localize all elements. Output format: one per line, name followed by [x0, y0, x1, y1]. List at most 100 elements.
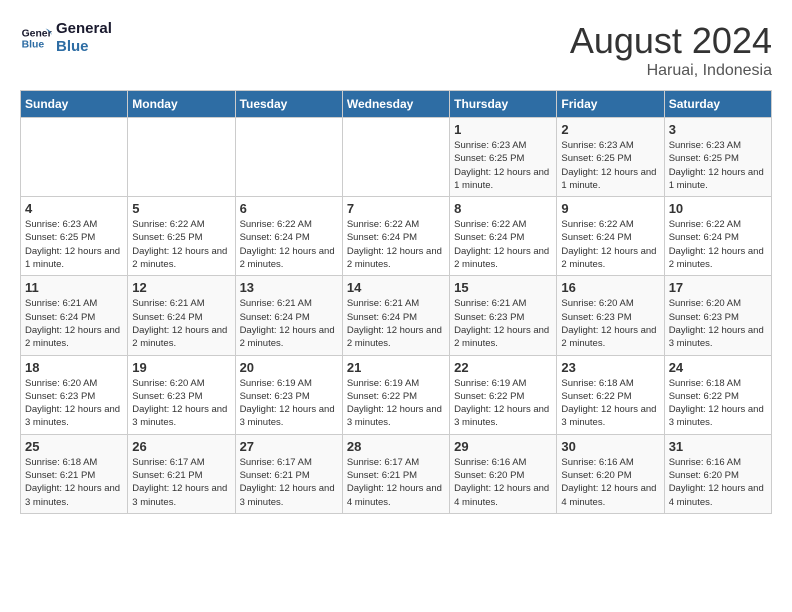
day-info: Sunrise: 6:18 AM Sunset: 6:22 PM Dayligh…: [669, 377, 767, 430]
weekday-header-friday: Friday: [557, 91, 664, 118]
calendar-cell: 25 Sunrise: 6:18 AM Sunset: 6:21 PM Dayli…: [21, 434, 128, 513]
calendar-cell: 30 Sunrise: 6:16 AM Sunset: 6:20 PM Dayli…: [557, 434, 664, 513]
calendar-cell: 20 Sunrise: 6:19 AM Sunset: 6:23 PM Dayli…: [235, 355, 342, 434]
calendar-cell: 17 Sunrise: 6:20 AM Sunset: 6:23 PM Dayli…: [664, 276, 771, 355]
day-info: Sunrise: 6:16 AM Sunset: 6:20 PM Dayligh…: [454, 456, 552, 509]
calendar-table: SundayMondayTuesdayWednesdayThursdayFrid…: [20, 90, 772, 514]
day-number: 20: [240, 360, 338, 375]
day-number: 22: [454, 360, 552, 375]
day-number: 2: [561, 122, 659, 137]
calendar-cell: 12 Sunrise: 6:21 AM Sunset: 6:24 PM Dayli…: [128, 276, 235, 355]
day-number: 12: [132, 280, 230, 295]
weekday-header-saturday: Saturday: [664, 91, 771, 118]
day-info: Sunrise: 6:19 AM Sunset: 6:22 PM Dayligh…: [454, 377, 552, 430]
calendar-cell: 1Sunrise: 6:23 AM Sunset: 6:25 PM Daylig…: [450, 118, 557, 197]
calendar-cell: [342, 118, 449, 197]
day-number: 24: [669, 360, 767, 375]
day-info: Sunrise: 6:18 AM Sunset: 6:21 PM Dayligh…: [25, 456, 123, 509]
day-info: Sunrise: 6:20 AM Sunset: 6:23 PM Dayligh…: [669, 297, 767, 350]
calendar-cell: 26 Sunrise: 6:17 AM Sunset: 6:21 PM Dayli…: [128, 434, 235, 513]
calendar-subtitle: Haruai, Indonesia: [570, 62, 772, 80]
calendar-cell: 23 Sunrise: 6:18 AM Sunset: 6:22 PM Dayli…: [557, 355, 664, 434]
day-number: 19: [132, 360, 230, 375]
week-row-3: 11 Sunrise: 6:21 AM Sunset: 6:24 PM Dayli…: [21, 276, 772, 355]
day-info: Sunrise: 6:19 AM Sunset: 6:22 PM Dayligh…: [347, 377, 445, 430]
day-info: Sunrise: 6:19 AM Sunset: 6:23 PM Dayligh…: [240, 377, 338, 430]
day-number: 5: [132, 201, 230, 216]
logo-icon: General Blue: [20, 22, 52, 54]
day-info: Sunrise: 6:17 AM Sunset: 6:21 PM Dayligh…: [347, 456, 445, 509]
day-info: Sunrise: 6:22 AM Sunset: 6:24 PM Dayligh…: [347, 218, 445, 271]
day-info: Sunrise: 6:22 AM Sunset: 6:24 PM Dayligh…: [561, 218, 659, 271]
day-info: Sunrise: 6:16 AM Sunset: 6:20 PM Dayligh…: [561, 456, 659, 509]
day-number: 8: [454, 201, 552, 216]
day-number: 18: [25, 360, 123, 375]
calendar-cell: 13Sunrise: 6:21 AM Sunset: 6:24 PM Dayli…: [235, 276, 342, 355]
calendar-cell: 5 Sunrise: 6:22 AM Sunset: 6:25 PM Daylig…: [128, 197, 235, 276]
day-info: Sunrise: 6:17 AM Sunset: 6:21 PM Dayligh…: [132, 456, 230, 509]
calendar-cell: 9 Sunrise: 6:22 AM Sunset: 6:24 PM Daylig…: [557, 197, 664, 276]
day-info: Sunrise: 6:21 AM Sunset: 6:24 PM Dayligh…: [240, 297, 338, 350]
calendar-cell: 8 Sunrise: 6:22 AM Sunset: 6:24 PM Daylig…: [450, 197, 557, 276]
calendar-cell: [235, 118, 342, 197]
weekday-header-sunday: Sunday: [21, 91, 128, 118]
day-number: 17: [669, 280, 767, 295]
day-info: Sunrise: 6:23 AM Sunset: 6:25 PM Dayligh…: [561, 139, 659, 192]
week-row-1: 1Sunrise: 6:23 AM Sunset: 6:25 PM Daylig…: [21, 118, 772, 197]
day-number: 4: [25, 201, 123, 216]
day-number: 23: [561, 360, 659, 375]
calendar-cell: 24 Sunrise: 6:18 AM Sunset: 6:22 PM Dayli…: [664, 355, 771, 434]
day-info: Sunrise: 6:22 AM Sunset: 6:25 PM Dayligh…: [132, 218, 230, 271]
calendar-cell: 22 Sunrise: 6:19 AM Sunset: 6:22 PM Dayli…: [450, 355, 557, 434]
day-info: Sunrise: 6:20 AM Sunset: 6:23 PM Dayligh…: [132, 377, 230, 430]
calendar-cell: 14 Sunrise: 6:21 AM Sunset: 6:24 PM Dayli…: [342, 276, 449, 355]
weekday-header-tuesday: Tuesday: [235, 91, 342, 118]
weekday-header-row: SundayMondayTuesdayWednesdayThursdayFrid…: [21, 91, 772, 118]
calendar-cell: 21Sunrise: 6:19 AM Sunset: 6:22 PM Dayli…: [342, 355, 449, 434]
day-number: 31: [669, 439, 767, 454]
calendar-cell: 31 Sunrise: 6:16 AM Sunset: 6:20 PM Dayli…: [664, 434, 771, 513]
week-row-5: 25 Sunrise: 6:18 AM Sunset: 6:21 PM Dayli…: [21, 434, 772, 513]
day-info: Sunrise: 6:22 AM Sunset: 6:24 PM Dayligh…: [240, 218, 338, 271]
calendar-cell: 6 Sunrise: 6:22 AM Sunset: 6:24 PM Daylig…: [235, 197, 342, 276]
calendar-cell: 28 Sunrise: 6:17 AM Sunset: 6:21 PM Dayli…: [342, 434, 449, 513]
weekday-header-monday: Monday: [128, 91, 235, 118]
day-info: Sunrise: 6:22 AM Sunset: 6:24 PM Dayligh…: [454, 218, 552, 271]
day-info: Sunrise: 6:21 AM Sunset: 6:23 PM Dayligh…: [454, 297, 552, 350]
day-info: Sunrise: 6:18 AM Sunset: 6:22 PM Dayligh…: [561, 377, 659, 430]
day-info: Sunrise: 6:22 AM Sunset: 6:24 PM Dayligh…: [669, 218, 767, 271]
day-info: Sunrise: 6:23 AM Sunset: 6:25 PM Dayligh…: [454, 139, 552, 192]
page-header: General Blue General Blue August 2024 Ha…: [20, 20, 772, 80]
day-number: 10: [669, 201, 767, 216]
calendar-cell: 3Sunrise: 6:23 AM Sunset: 6:25 PM Daylig…: [664, 118, 771, 197]
day-info: Sunrise: 6:20 AM Sunset: 6:23 PM Dayligh…: [25, 377, 123, 430]
calendar-cell: [128, 118, 235, 197]
day-number: 14: [347, 280, 445, 295]
day-number: 6: [240, 201, 338, 216]
calendar-cell: 2 Sunrise: 6:23 AM Sunset: 6:25 PM Daylig…: [557, 118, 664, 197]
day-number: 25: [25, 439, 123, 454]
day-number: 29: [454, 439, 552, 454]
calendar-cell: 27Sunrise: 6:17 AM Sunset: 6:21 PM Dayli…: [235, 434, 342, 513]
day-number: 28: [347, 439, 445, 454]
calendar-cell: 18 Sunrise: 6:20 AM Sunset: 6:23 PM Dayli…: [21, 355, 128, 434]
day-number: 30: [561, 439, 659, 454]
day-info: Sunrise: 6:23 AM Sunset: 6:25 PM Dayligh…: [25, 218, 123, 271]
calendar-title: August 2024: [570, 20, 772, 62]
day-info: Sunrise: 6:21 AM Sunset: 6:24 PM Dayligh…: [132, 297, 230, 350]
calendar-cell: 10 Sunrise: 6:22 AM Sunset: 6:24 PM Dayli…: [664, 197, 771, 276]
day-info: Sunrise: 6:16 AM Sunset: 6:20 PM Dayligh…: [669, 456, 767, 509]
day-number: 15: [454, 280, 552, 295]
svg-text:Blue: Blue: [22, 40, 45, 51]
day-number: 9: [561, 201, 659, 216]
day-info: Sunrise: 6:21 AM Sunset: 6:24 PM Dayligh…: [25, 297, 123, 350]
calendar-cell: 11 Sunrise: 6:21 AM Sunset: 6:24 PM Dayli…: [21, 276, 128, 355]
day-number: 26: [132, 439, 230, 454]
calendar-cell: 16Sunrise: 6:20 AM Sunset: 6:23 PM Dayli…: [557, 276, 664, 355]
calendar-cell: 29 Sunrise: 6:16 AM Sunset: 6:20 PM Dayli…: [450, 434, 557, 513]
calendar-cell: 15 Sunrise: 6:21 AM Sunset: 6:23 PM Dayli…: [450, 276, 557, 355]
day-info: Sunrise: 6:21 AM Sunset: 6:24 PM Dayligh…: [347, 297, 445, 350]
weekday-header-thursday: Thursday: [450, 91, 557, 118]
logo: General Blue General Blue: [20, 20, 112, 56]
day-number: 11: [25, 280, 123, 295]
